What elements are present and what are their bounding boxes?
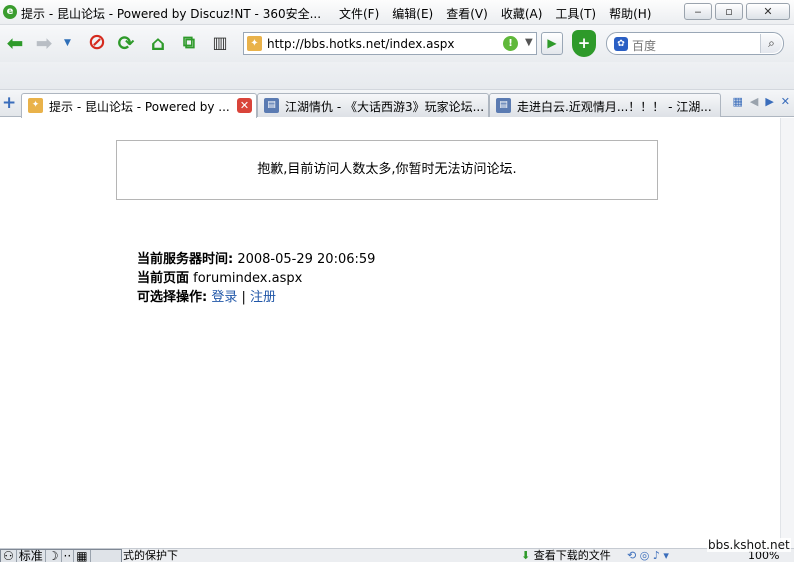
search-magnifier-icon[interactable]: ⌕ xyxy=(760,34,782,53)
tab-favicon-icon: ✦ xyxy=(28,98,43,113)
address-dropdown-icon[interactable]: ▼ xyxy=(525,37,533,48)
current-page-label: 当前页面 xyxy=(137,271,190,286)
vertical-scrollbar[interactable] xyxy=(780,118,794,548)
tab-list-icon[interactable]: ▦ xyxy=(732,95,742,108)
tab-active[interactable]: ✦ 提示 - 昆山论坛 - Powered by ... ✕ xyxy=(21,93,257,118)
ime-logo-icon[interactable]: ⚇ xyxy=(1,550,17,562)
status-bar: ⚇ 标准 ☽ ·· ▦ 式的保护下 ⬇ 查看下载的文件 ⟲ ◎ ♪ ▾ 100% xyxy=(0,548,794,562)
server-time-label: 当前服务器时间: xyxy=(137,252,234,267)
home-icon[interactable]: ⌂ xyxy=(146,31,170,55)
link-separator: | xyxy=(241,290,246,305)
tab-scroll-right-icon[interactable]: ▶ xyxy=(765,95,773,108)
search-input[interactable]: 百度 xyxy=(632,37,656,54)
title-bar: e 提示 - 昆山论坛 - Powered by Discuz!NT - 360… xyxy=(0,0,794,25)
close-icon[interactable]: ✕ xyxy=(746,3,790,20)
back-arrow-icon[interactable]: ⬅ xyxy=(3,31,27,55)
address-bar[interactable]: ✦ http://bbs.hotks.net/index.aspx ! ▼ xyxy=(243,32,537,55)
network-icon[interactable]: ⟲ xyxy=(627,549,636,562)
tab-page-icon: ▤ xyxy=(264,98,279,113)
compass-icon[interactable]: ◎ xyxy=(640,549,650,562)
ime-toolbar: ⚇ 标准 ☽ ·· ▦ xyxy=(0,549,122,562)
register-link[interactable]: 注册 xyxy=(250,290,276,305)
clean-icon[interactable]: ▾ xyxy=(663,549,669,562)
tab-tools: ▦ ◀ ▶ ✕ xyxy=(732,95,790,108)
address-input[interactable]: http://bbs.hotks.net/index.aspx xyxy=(267,37,454,51)
window-controls: ‒ ▫ ✕ xyxy=(684,3,790,20)
tab-label: 走进白云.近观情月...！！！ - 江湖... xyxy=(517,100,712,114)
site-favicon-icon: ✦ xyxy=(247,36,262,51)
forward-arrow-icon[interactable]: ➡ xyxy=(32,31,56,55)
tab-bar: + ✦ 提示 - 昆山论坛 - Powered by ... ✕ ▤ 江湖情仇 … xyxy=(0,90,794,118)
tab-page-icon: ▤ xyxy=(496,98,511,113)
status-text: 式的保护下 xyxy=(123,549,178,562)
security-check-icon[interactable]: ! xyxy=(503,36,518,51)
actions-row: 可选择操作: 登录 | 注册 xyxy=(137,288,375,307)
ime-mode[interactable]: 标准 xyxy=(17,550,46,562)
browser-app-icon: e xyxy=(3,5,17,19)
menu-help[interactable]: 帮助(H) xyxy=(609,5,651,22)
baidu-paw-icon[interactable]: ✿ xyxy=(614,37,628,51)
stop-icon[interactable]: ⊘ xyxy=(85,31,109,55)
tab-scroll-left-icon[interactable]: ◀ xyxy=(750,95,758,108)
new-tab-plus-icon[interactable]: + xyxy=(2,93,16,113)
status-icons: ⟲ ◎ ♪ ▾ xyxy=(627,549,669,562)
login-link[interactable]: 登录 xyxy=(211,290,237,305)
tab-close-icon[interactable]: ✕ xyxy=(237,98,252,113)
menu-view[interactable]: 查看(V) xyxy=(446,5,488,22)
sound-icon[interactable]: ♪ xyxy=(653,549,660,562)
ime-keyboard-icon[interactable]: ▦ xyxy=(74,550,91,562)
view-downloads[interactable]: ⬇ 查看下载的文件 xyxy=(521,549,611,562)
error-message-box: 抱歉,目前访问人数太多,你暂时无法访问论坛. xyxy=(116,140,658,200)
server-info: 当前服务器时间: 2008-05-29 20:06:59 当前页面 forumi… xyxy=(137,250,375,307)
menu-favorites[interactable]: 收藏(A) xyxy=(501,5,543,22)
tab-baiyun[interactable]: ▤ 走进白云.近观情月...！！！ - 江湖... xyxy=(489,93,721,117)
actions-label: 可选择操作: xyxy=(137,290,208,305)
close-tab-icon[interactable]: ✕ xyxy=(781,95,790,108)
current-page-row: 当前页面 forumindex.aspx xyxy=(137,269,375,288)
window-title: 提示 - 昆山论坛 - Powered by Discuz!NT - 360安全… xyxy=(21,7,322,21)
shield-icon[interactable]: + xyxy=(572,30,596,57)
menu-bar: 文件(F) 编辑(E) 查看(V) 收藏(A) 工具(T) 帮助(H) xyxy=(339,5,664,22)
minimize-icon[interactable]: ‒ xyxy=(684,3,712,20)
current-page-value: forumindex.aspx xyxy=(193,271,303,286)
menu-tools[interactable]: 工具(T) xyxy=(555,5,596,22)
download-label: 查看下载的文件 xyxy=(533,549,611,562)
error-message: 抱歉,目前访问人数太多,你暂时无法访问论坛. xyxy=(257,162,517,177)
history-dropdown-icon[interactable]: ▼ xyxy=(64,38,71,48)
tab-jianghu[interactable]: ▤ 江湖情仇 - 《大话西游3》玩家论坛... xyxy=(257,93,489,117)
ime-punctuation-icon[interactable]: ·· xyxy=(62,550,75,562)
watermark-text: bbs.kshot.net xyxy=(707,538,791,552)
tab-label: 提示 - 昆山论坛 - Powered by ... xyxy=(49,100,230,114)
server-time-row: 当前服务器时间: 2008-05-29 20:06:59 xyxy=(137,250,375,269)
page-content: 抱歉,目前访问人数太多,你暂时无法访问论坛. 当前服务器时间: 2008-05-… xyxy=(0,118,780,548)
menu-file[interactable]: 文件(F) xyxy=(339,5,379,22)
navigation-toolbar: ⬅ ➡ ▼ ⊘ ⟳ ⌂ ⧉ ▥ ✦ http://bbs.hotks.net/i… xyxy=(0,25,794,62)
restore-page-icon[interactable]: ⧉ xyxy=(177,31,201,55)
refresh-icon[interactable]: ⟳ xyxy=(114,31,138,55)
tab-label: 江湖情仇 - 《大话西游3》玩家论坛... xyxy=(285,100,484,114)
ime-moon-icon[interactable]: ☽ xyxy=(46,550,62,562)
menu-edit[interactable]: 编辑(E) xyxy=(392,5,433,22)
extra-toolbar xyxy=(0,62,794,90)
server-time-value: 2008-05-29 20:06:59 xyxy=(237,252,376,267)
restore-icon[interactable]: ▫ xyxy=(715,3,743,20)
reader-icon[interactable]: ▥ xyxy=(208,31,232,55)
download-arrow-icon: ⬇ xyxy=(521,549,531,562)
search-box[interactable]: ✿ 百度 ⌕ xyxy=(606,32,784,55)
go-button[interactable]: ▶ xyxy=(541,32,563,55)
